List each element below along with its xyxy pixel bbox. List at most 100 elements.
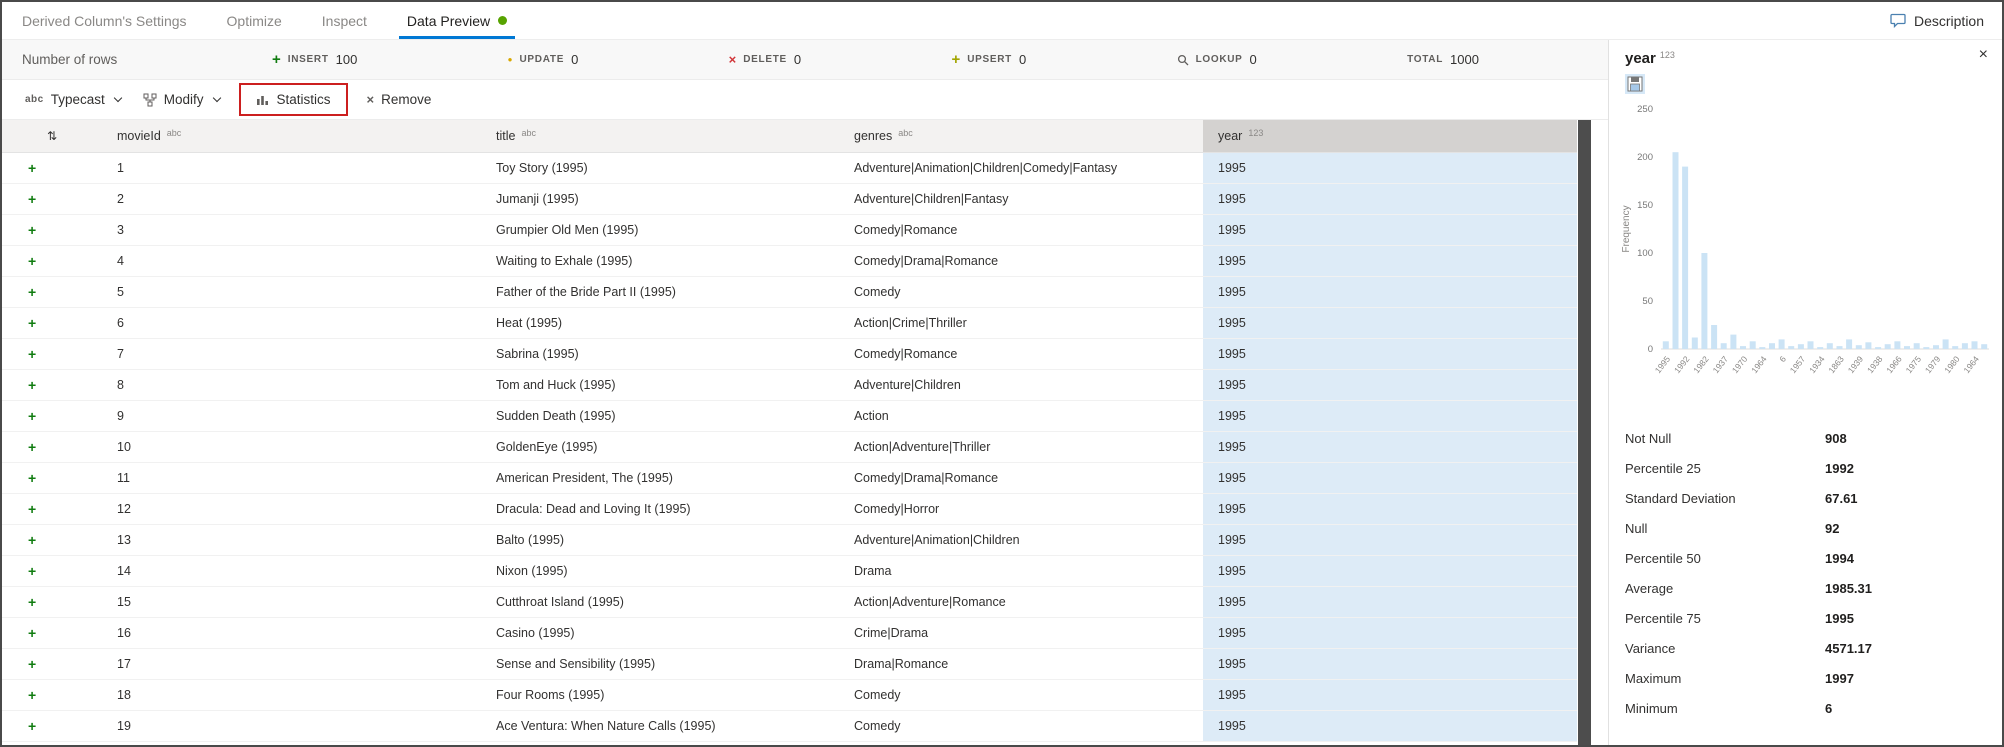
cell-genres[interactable]: Comedy|Horror	[839, 494, 1203, 525]
column-header-movieId[interactable]: movieId abc	[102, 120, 481, 153]
insert-plus-icon: +	[28, 594, 37, 610]
cell-movieId[interactable]: 10	[102, 432, 481, 463]
cell-movieId[interactable]: 14	[102, 556, 481, 587]
cell-movieId[interactable]: 9	[102, 401, 481, 432]
cell-title[interactable]: Balto (1995)	[481, 525, 839, 556]
column-header-title[interactable]: title abc	[481, 120, 839, 153]
cell-movieId[interactable]: 4	[102, 246, 481, 277]
cell-year[interactable]: 1995	[1203, 432, 1577, 463]
cell-movieId[interactable]: 5	[102, 277, 481, 308]
cell-movieId[interactable]: 16	[102, 618, 481, 649]
cell-genres[interactable]: Comedy|Romance	[839, 339, 1203, 370]
cell-movieId[interactable]: 7	[102, 339, 481, 370]
cell-year[interactable]: 1995	[1203, 370, 1577, 401]
cell-genres[interactable]: Adventure|Animation|Children	[839, 525, 1203, 556]
cell-year[interactable]: 1995	[1203, 556, 1577, 587]
cell-title[interactable]: Jumanji (1995)	[481, 184, 839, 215]
column-header-year[interactable]: year 123	[1203, 120, 1577, 153]
cell-movieId[interactable]: 13	[102, 525, 481, 556]
cell-title[interactable]: Nixon (1995)	[481, 556, 839, 587]
cell-title[interactable]: Cutthroat Island (1995)	[481, 587, 839, 618]
cell-year[interactable]: 1995	[1203, 339, 1577, 370]
data-preview-area: Number of rows + INSERT 100 ● UPDATE 0 × DELETE…	[2, 40, 1608, 745]
cell-year[interactable]: 1995	[1203, 494, 1577, 525]
description-button[interactable]: Description	[1890, 13, 1984, 29]
cell-genres[interactable]: Comedy	[839, 711, 1203, 742]
cell-title[interactable]: Sense and Sensibility (1995)	[481, 649, 839, 680]
remove-button[interactable]: × Remove	[356, 86, 443, 113]
cell-title[interactable]: Sabrina (1995)	[481, 339, 839, 370]
cell-genres[interactable]: Comedy	[839, 680, 1203, 711]
cell-movieId[interactable]: 15	[102, 587, 481, 618]
cell-title[interactable]: American President, The (1995)	[481, 463, 839, 494]
cell-title[interactable]: Sudden Death (1995)	[481, 401, 839, 432]
cell-title[interactable]: Waiting to Exhale (1995)	[481, 246, 839, 277]
tab-inspect[interactable]: Inspect	[302, 2, 387, 39]
close-panel-icon[interactable]: ×	[1979, 46, 1988, 64]
cell-genres[interactable]: Comedy	[839, 277, 1203, 308]
cell-year[interactable]: 1995	[1203, 153, 1577, 184]
tab-derived-column-s-settings[interactable]: Derived Column's Settings	[2, 2, 207, 39]
cell-genres[interactable]: Adventure|Animation|Children|Comedy|Fant…	[839, 153, 1203, 184]
row-marker-header[interactable]: ⇅	[2, 120, 102, 153]
cell-title[interactable]: Four Rooms (1995)	[481, 680, 839, 711]
cell-year[interactable]: 1995	[1203, 277, 1577, 308]
cell-title[interactable]: Father of the Bride Part II (1995)	[481, 277, 839, 308]
modify-button[interactable]: Modify	[132, 86, 231, 113]
cell-title[interactable]: Tom and Huck (1995)	[481, 370, 839, 401]
cell-title[interactable]: Grumpier Old Men (1995)	[481, 215, 839, 246]
cell-year[interactable]: 1995	[1203, 711, 1577, 742]
cell-year[interactable]: 1995	[1203, 587, 1577, 618]
cell-movieId[interactable]: 3	[102, 215, 481, 246]
column-header-genres[interactable]: genres abc	[839, 120, 1203, 153]
cell-title[interactable]: Casino (1995)	[481, 618, 839, 649]
cell-year[interactable]: 1995	[1203, 246, 1577, 277]
tab-data-preview[interactable]: Data Preview	[387, 2, 527, 39]
cell-title[interactable]: GoldenEye (1995)	[481, 432, 839, 463]
cell-movieId[interactable]: 17	[102, 649, 481, 680]
insert-plus-icon: +	[28, 346, 37, 362]
cell-year[interactable]: 1995	[1203, 308, 1577, 339]
cell-year[interactable]: 1995	[1203, 401, 1577, 432]
statistics-button[interactable]: Statistics	[245, 86, 342, 113]
cell-movieId[interactable]: 19	[102, 711, 481, 742]
cell-title[interactable]: Toy Story (1995)	[481, 153, 839, 184]
cell-movieId[interactable]: 12	[102, 494, 481, 525]
cell-genres[interactable]: Crime|Drama	[839, 618, 1203, 649]
save-icon[interactable]	[1625, 74, 1645, 94]
cell-movieId[interactable]: 1	[102, 153, 481, 184]
cell-genres[interactable]: Adventure|Children	[839, 370, 1203, 401]
cell-year[interactable]: 1995	[1203, 618, 1577, 649]
cell-year[interactable]: 1995	[1203, 525, 1577, 556]
cell-year[interactable]: 1995	[1203, 680, 1577, 711]
cell-year[interactable]: 1995	[1203, 184, 1577, 215]
cell-genres[interactable]: Drama	[839, 556, 1203, 587]
column-toolbar: abc Typecast Modify Statistics × Remove	[2, 80, 1608, 120]
stat-row: Percentile 75 1995	[1625, 603, 1976, 633]
cell-genres[interactable]: Adventure|Children|Fantasy	[839, 184, 1203, 215]
cell-genres[interactable]: Action|Adventure|Thriller	[839, 432, 1203, 463]
cell-genres[interactable]: Action|Crime|Thriller	[839, 308, 1203, 339]
cell-movieId[interactable]: 18	[102, 680, 481, 711]
tab-optimize[interactable]: Optimize	[207, 2, 302, 39]
cell-genres[interactable]: Comedy|Romance	[839, 215, 1203, 246]
typecast-button[interactable]: abc Typecast	[14, 86, 132, 113]
cell-genres[interactable]: Comedy|Drama|Romance	[839, 463, 1203, 494]
cell-title[interactable]: Dracula: Dead and Loving It (1995)	[481, 494, 839, 525]
cell-title[interactable]: Ace Ventura: When Nature Calls (1995)	[481, 711, 839, 742]
svg-text:1975: 1975	[1904, 354, 1924, 375]
cell-genres[interactable]: Action|Adventure|Romance	[839, 587, 1203, 618]
cell-movieId[interactable]: 8	[102, 370, 481, 401]
cell-genres[interactable]: Drama|Romance	[839, 649, 1203, 680]
table-scrollbar[interactable]	[1578, 120, 1591, 745]
insert-row-marker: +	[2, 246, 102, 277]
cell-title[interactable]: Heat (1995)	[481, 308, 839, 339]
cell-movieId[interactable]: 2	[102, 184, 481, 215]
cell-year[interactable]: 1995	[1203, 649, 1577, 680]
cell-year[interactable]: 1995	[1203, 463, 1577, 494]
cell-genres[interactable]: Action	[839, 401, 1203, 432]
cell-movieId[interactable]: 6	[102, 308, 481, 339]
cell-movieId[interactable]: 11	[102, 463, 481, 494]
cell-year[interactable]: 1995	[1203, 215, 1577, 246]
cell-genres[interactable]: Comedy|Drama|Romance	[839, 246, 1203, 277]
